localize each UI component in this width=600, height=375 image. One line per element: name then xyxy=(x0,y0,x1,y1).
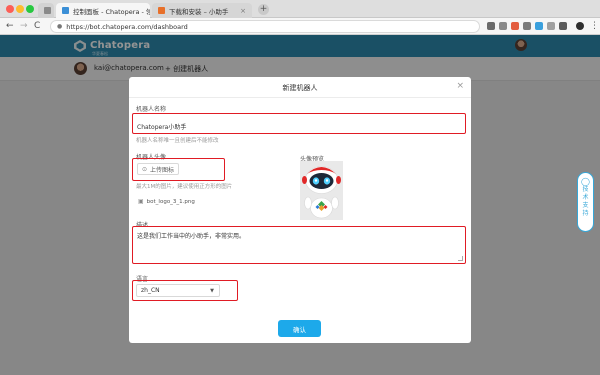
divider xyxy=(129,97,471,98)
download-favicon-icon xyxy=(158,7,165,14)
back-icon[interactable]: ← xyxy=(6,21,14,32)
avatar-preview-image xyxy=(300,161,343,220)
chatopera-favicon-icon xyxy=(62,7,69,14)
close-icon[interactable]: × xyxy=(456,81,464,91)
forward-icon[interactable]: → xyxy=(20,21,28,32)
extension-icon[interactable] xyxy=(559,22,567,30)
close-tab-icon[interactable]: × xyxy=(236,7,246,15)
minimize-window-button[interactable] xyxy=(16,5,24,13)
file-name: bot_logo_3_1.png xyxy=(146,198,195,205)
browser-tab-download[interactable]: 下载和安装 – 小助手 × xyxy=(152,3,252,18)
robot-mascot-icon xyxy=(302,166,341,219)
page-icon xyxy=(44,7,51,14)
profile-icon[interactable] xyxy=(576,22,584,30)
tab-label: 控制面板 - Chatopera - 领先的... xyxy=(73,7,150,16)
menu-icon[interactable]: ⋮ xyxy=(590,21,599,32)
support-label: 技术支持 xyxy=(582,186,589,217)
address-bar[interactable]: ● https://bot.chatopera.com/dashboard xyxy=(50,20,480,33)
uploaded-file[interactable]: ▣ bot_logo_3_1.png xyxy=(138,198,195,205)
address-url: https://bot.chatopera.com/dashboard xyxy=(66,22,188,31)
tab-label: 下载和安装 – 小助手 xyxy=(169,7,229,16)
extension-icon[interactable] xyxy=(535,22,543,30)
key-icon[interactable] xyxy=(487,22,495,30)
browser-tab-blank[interactable] xyxy=(38,3,54,18)
lock-icon: ● xyxy=(57,23,63,30)
highlight-box xyxy=(132,280,238,301)
image-file-icon: ▣ xyxy=(138,198,144,205)
tech-support-widget[interactable]: ◯ 技术支持 xyxy=(577,172,594,232)
bot-name-label: 机器人名称 xyxy=(136,106,167,113)
upload-hint: 最大1M的图片，建议使用正方形的图片 xyxy=(136,184,233,190)
maximize-window-button[interactable] xyxy=(26,5,34,13)
confirm-button[interactable]: 确认 xyxy=(278,320,321,337)
reload-icon[interactable]: C xyxy=(34,21,40,32)
new-bot-modal: 新建机器人 × 机器人名称 机器人名称唯一且创建后不能修改 机器人头像 ⊙ 上传… xyxy=(129,77,471,343)
highlight-box xyxy=(132,113,466,134)
browser-tab-dashboard[interactable]: 控制面板 - Chatopera - 领先的... × xyxy=(56,3,150,18)
close-window-button[interactable] xyxy=(6,5,14,13)
new-tab-button[interactable]: + xyxy=(258,4,269,15)
star-icon[interactable] xyxy=(499,22,507,30)
modal-title: 新建机器人 xyxy=(282,84,318,92)
highlight-box xyxy=(132,158,225,181)
extension-icon[interactable] xyxy=(511,22,519,30)
bot-name-hint: 机器人名称唯一且创建后不能修改 xyxy=(136,138,219,144)
browser-tab-bar: 控制面板 - Chatopera - 领先的... × 下载和安装 – 小助手 … xyxy=(0,0,600,18)
extension-icon[interactable] xyxy=(523,22,531,30)
highlight-box xyxy=(132,226,466,264)
chat-bubble-icon: ◯ xyxy=(581,177,590,186)
browser-toolbar: ← → C ● https://bot.chatopera.com/dashbo… xyxy=(0,18,600,35)
extension-icon[interactable] xyxy=(547,22,555,30)
